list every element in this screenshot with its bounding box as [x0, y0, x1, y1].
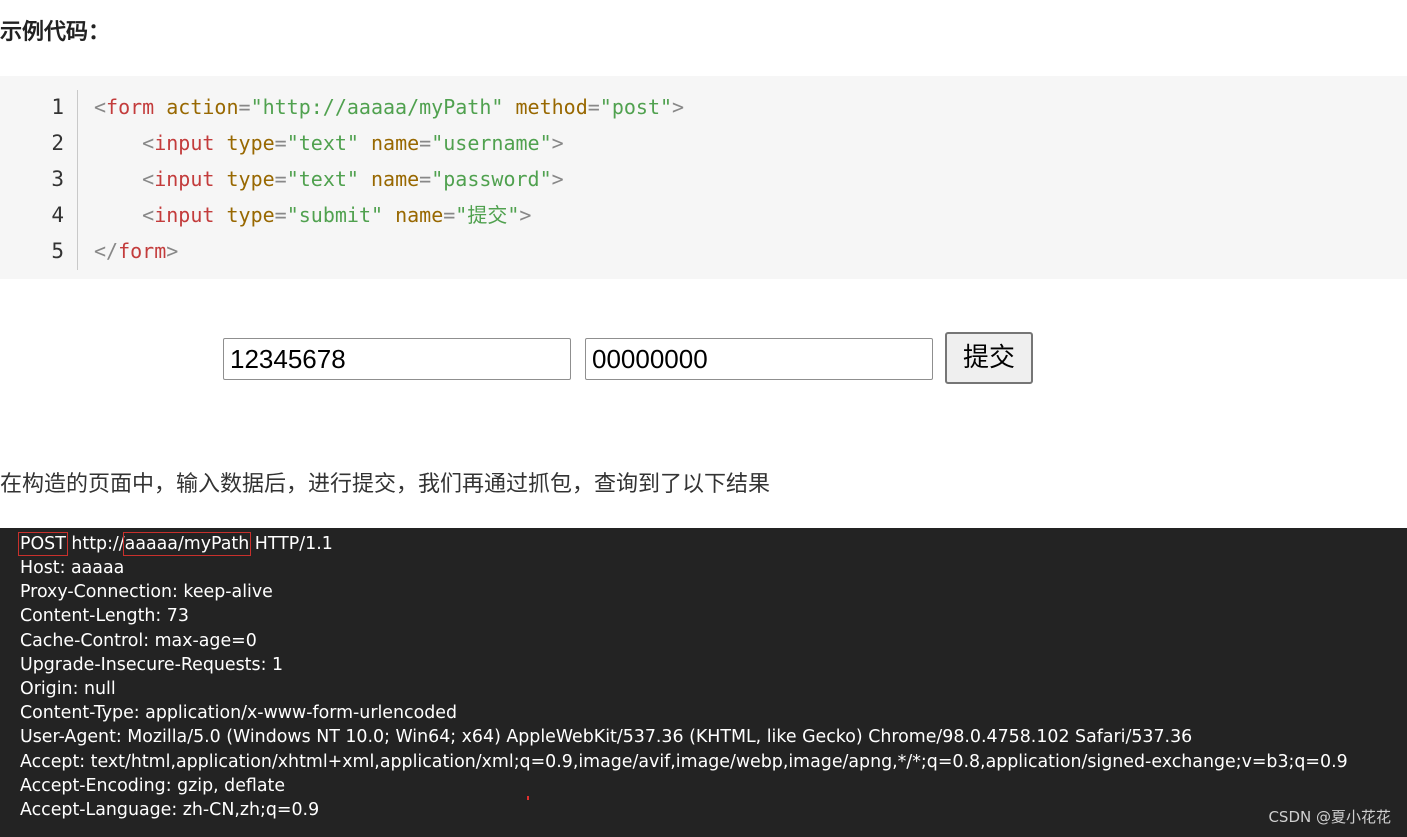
http-header-line: Accept-Encoding: gzip, deflate: [20, 775, 286, 796]
username-input[interactable]: 12345678: [223, 338, 571, 380]
request-scheme: http://: [65, 534, 125, 554]
code-text: <input type="text" name="username">: [94, 125, 564, 161]
section-heading: 示例代码：: [0, 20, 111, 45]
code-token-tag: form: [118, 239, 167, 263]
code-token-punct: =: [238, 95, 251, 119]
code-token-punct: <: [94, 95, 107, 119]
code-token-tag: input: [154, 203, 215, 227]
code-text: <input type="text" name="password">: [94, 161, 564, 197]
http-header-line: Content-Length: 73: [20, 606, 189, 627]
code-token-string: "username": [431, 131, 552, 155]
description-paragraph: 在构造的页面中，输入数据后，进行提交，我们再通过抓包，查询到了以下结果: [0, 472, 771, 497]
code-line: 3 <input type="text" name="password">: [0, 161, 1407, 197]
code-token-tag: input: [154, 167, 215, 191]
stray-mark: [527, 796, 529, 800]
code-token-punct: =: [443, 203, 456, 227]
http-capture-panel: POST http://aaaaa/myPath HTTP/1.1 Host: …: [0, 528, 1407, 837]
code-token-punct: =: [274, 131, 287, 155]
code-token-punct: [214, 131, 226, 155]
code-token-string: "post": [599, 95, 673, 119]
code-token-punct: <: [94, 203, 155, 227]
line-number: 4: [51, 203, 64, 227]
code-token-punct: [214, 203, 226, 227]
code-line: 4 <input type="submit" name="提交">: [0, 197, 1407, 233]
line-number: 3: [51, 167, 64, 191]
path-highlight: aaaaa/myPath: [122, 532, 252, 556]
code-token-punct: =: [274, 203, 287, 227]
code-token-string: "http://aaaaa/myPath": [250, 95, 504, 119]
request-version: HTTP/1.1: [249, 534, 333, 554]
code-line: 2 <input type="text" name="username">: [0, 125, 1407, 161]
code-token-attr: type: [226, 131, 275, 155]
code-token-punct: >: [551, 131, 564, 155]
code-token-string: "提交": [455, 203, 520, 227]
code-token-tag: input: [154, 131, 215, 155]
code-token-string: "text": [286, 167, 359, 191]
code-text: <form action="http://aaaaa/myPath" metho…: [94, 89, 684, 125]
http-header-line: Accept-Language: zh-CN,zh;q=0.9: [20, 800, 320, 820]
line-number: 1: [51, 95, 64, 119]
code-token-string: "password": [431, 167, 552, 191]
request-line: POST http://aaaaa/myPath HTTP/1.1: [18, 532, 333, 556]
code-token-punct: =: [274, 167, 287, 191]
code-token-attr: name: [371, 131, 420, 155]
method-highlight: POST: [18, 532, 68, 556]
line-number: 5: [51, 239, 64, 263]
code-line: 1 <form action="http://aaaaa/myPath" meth…: [0, 89, 1407, 125]
http-header-line: Host: aaaaa: [20, 558, 125, 578]
password-input[interactable]: 00000000: [585, 338, 933, 380]
code-token-punct: >: [551, 167, 564, 191]
http-header-line: Origin: null: [20, 679, 116, 699]
code-token-punct: [359, 167, 371, 191]
code-token-string: "text": [286, 131, 359, 155]
http-header-line: Cache-Control: max-age=0: [20, 630, 257, 651]
code-token-punct: [154, 95, 166, 119]
code-token-punct: </: [94, 239, 119, 263]
code-token-attr: name: [395, 203, 444, 227]
code-token-punct: [359, 131, 371, 155]
http-header-line: Upgrade-Insecure-Requests: 1: [20, 654, 284, 675]
code-token-attr: name: [371, 167, 420, 191]
code-token-attr: type: [226, 203, 275, 227]
code-token-punct: [503, 95, 515, 119]
submit-button[interactable]: 提交: [945, 332, 1033, 384]
code-token-punct: =: [587, 95, 600, 119]
line-number: 2: [51, 131, 64, 155]
code-token-punct: =: [419, 131, 432, 155]
code-token-string: "submit": [286, 203, 384, 227]
code-token-punct: [214, 167, 226, 191]
code-text: <input type="submit" name="提交">: [94, 197, 531, 233]
watermark: CSDN @夏小花花: [1268, 808, 1391, 826]
code-text: </form>: [94, 233, 178, 269]
code-token-attr: method: [515, 95, 588, 119]
code-token-punct: <: [94, 131, 155, 155]
http-header-line: Proxy-Connection: keep-alive: [20, 582, 273, 603]
code-token-punct: [383, 203, 395, 227]
code-token-punct: <: [94, 167, 155, 191]
http-header-line: Content-Type: application/x-www-form-url…: [20, 703, 457, 724]
http-header-line: Accept: text/html,application/xhtml+xml,…: [20, 751, 1348, 772]
code-token-punct: >: [519, 203, 532, 227]
code-token-punct: >: [672, 95, 685, 119]
code-token-punct: >: [166, 239, 179, 263]
code-token-punct: =: [419, 167, 432, 191]
http-header-line: User-Agent: Mozilla/5.0 (Windows NT 10.0…: [20, 727, 1193, 748]
code-line: 5 </form>: [0, 233, 1407, 269]
code-block: 1 <form action="http://aaaaa/myPath" meth…: [0, 76, 1407, 279]
code-token-tag: form: [106, 95, 155, 119]
code-token-attr: action: [166, 95, 239, 119]
code-token-attr: type: [226, 167, 275, 191]
